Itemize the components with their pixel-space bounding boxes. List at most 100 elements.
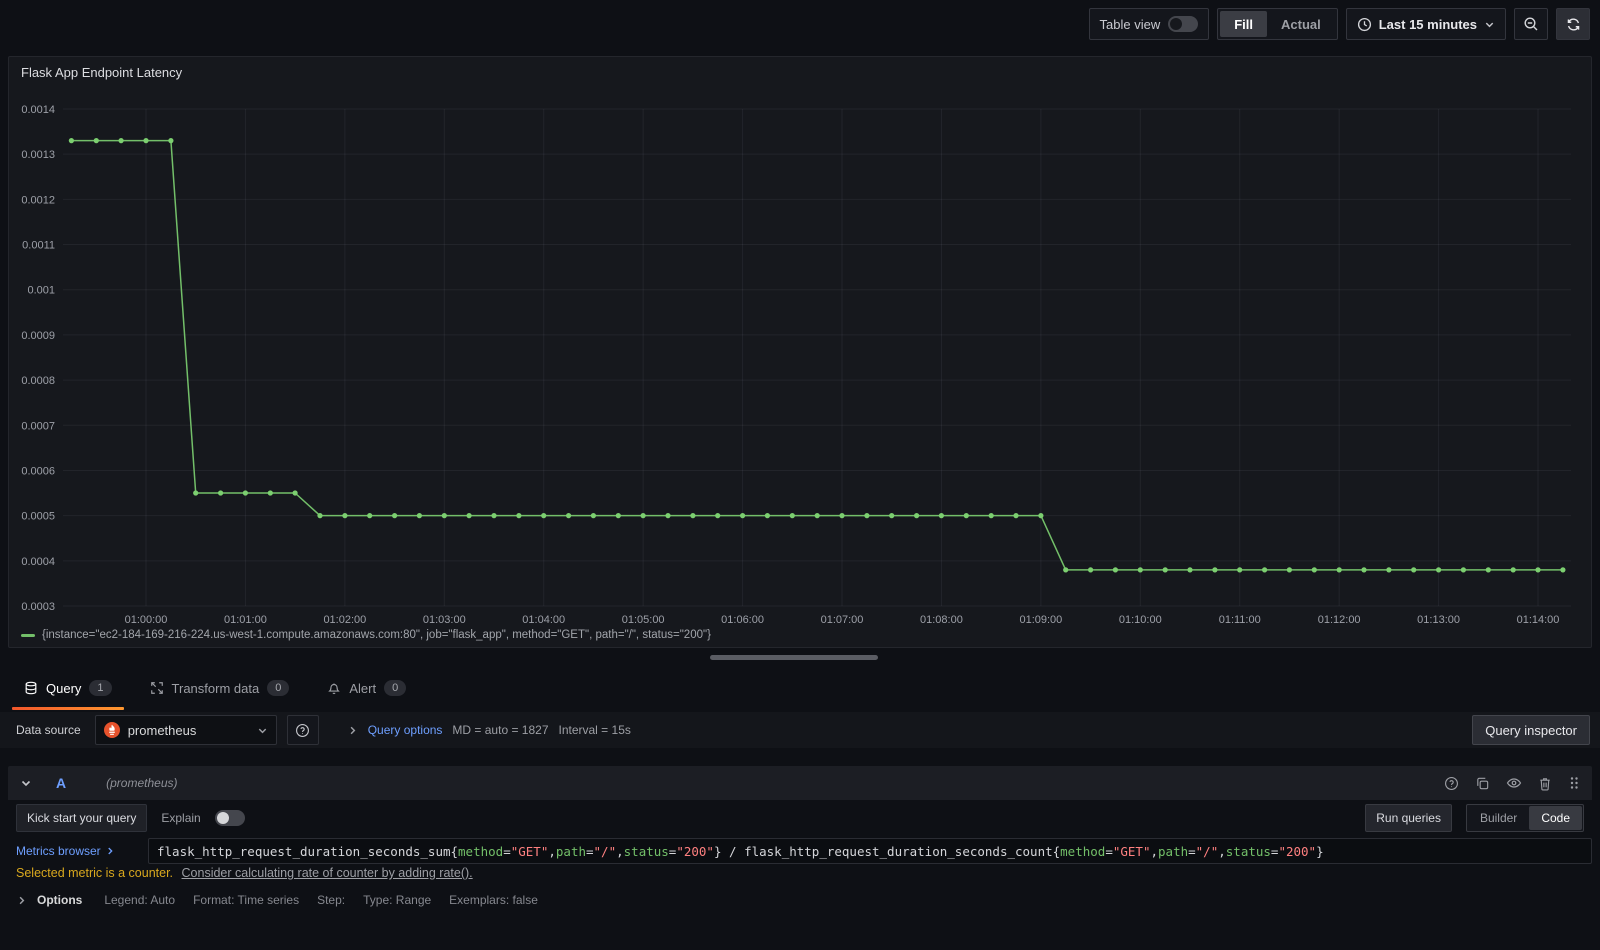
options-summary: Legend: Auto Format: Time series Step: Type… xyxy=(104,893,538,907)
time-range-picker[interactable]: Last 15 minutes xyxy=(1345,8,1506,40)
svg-text:01:07:00: 01:07:00 xyxy=(821,614,864,626)
tab-alert-label: Alert xyxy=(349,680,377,696)
explain-label: Explain xyxy=(161,811,201,825)
svg-text:01:12:00: 01:12:00 xyxy=(1318,614,1361,626)
query-help-icon[interactable] xyxy=(1444,776,1459,791)
fill-button[interactable]: Fill xyxy=(1220,11,1267,37)
builder-code-switch: Builder Code xyxy=(1465,804,1584,832)
zoom-out-button[interactable] xyxy=(1514,8,1548,40)
tab-query-badge: 1 xyxy=(89,680,112,696)
query-row-header[interactable]: A (prometheus) xyxy=(8,766,1592,800)
legend-series-swatch xyxy=(21,633,35,637)
editor-tabs: Query 1 Transform data 0 Alert 0 xyxy=(12,668,418,710)
chevron-down-icon xyxy=(1484,19,1495,30)
metrics-browser-label: Metrics browser xyxy=(16,844,101,858)
zoom-out-icon xyxy=(1523,16,1539,32)
svg-text:01:02:00: 01:02:00 xyxy=(323,614,366,626)
svg-text:0.0009: 0.0009 xyxy=(21,330,55,342)
chart-panel: 0.0014 0.0013 0.0012 0.0011 0.001 0.0009 0.000… xyxy=(8,56,1592,648)
svg-text:01:00:00: 01:00:00 xyxy=(125,614,168,626)
clock-icon xyxy=(1357,17,1372,32)
svg-text:01:14:00: 01:14:00 xyxy=(1517,614,1560,626)
chevron-down-icon[interactable] xyxy=(20,777,32,789)
svg-text:0.0008: 0.0008 xyxy=(21,375,55,387)
tab-alert[interactable]: Alert 0 xyxy=(315,668,418,708)
angle-right-icon xyxy=(19,896,25,904)
builder-option[interactable]: Builder xyxy=(1468,806,1529,830)
fill-actual-group: Fill Actual xyxy=(1217,8,1338,40)
hide-query-icon[interactable] xyxy=(1506,775,1522,791)
warning-rate-link[interactable]: Consider calculating rate of counter by … xyxy=(182,866,473,880)
refresh-icon xyxy=(1566,17,1581,32)
query-row-actions xyxy=(1444,775,1580,791)
counter-warning: Selected metric is a counter. Consider c… xyxy=(16,866,473,880)
svg-text:0.001: 0.001 xyxy=(27,285,55,297)
refresh-button[interactable] xyxy=(1556,8,1590,40)
explain-toggle[interactable] xyxy=(214,810,245,826)
query-editor-row: Metrics browser flask_http_request_durat… xyxy=(8,838,1592,864)
help-icon xyxy=(295,723,310,738)
datasource-name: prometheus xyxy=(127,722,197,738)
legend-series-label: {instance="ec2-184-169-216-224.us-west-1… xyxy=(42,629,711,641)
metrics-browser-link[interactable]: Metrics browser xyxy=(8,844,148,858)
promql-query-input[interactable]: flask_http_request_duration_seconds_sum{… xyxy=(148,838,1592,864)
query-datasource-hint: (prometheus) xyxy=(106,776,178,790)
table-view-group: Table view xyxy=(1088,8,1210,40)
drag-handle-icon[interactable] xyxy=(1568,775,1580,791)
svg-text:01:13:00: 01:13:00 xyxy=(1417,614,1460,626)
query-toolbar: Kick start your query Explain Run querie… xyxy=(8,804,1592,832)
svg-text:0.0012: 0.0012 xyxy=(21,194,55,206)
query-options-interval: Interval = 15s xyxy=(558,723,631,737)
horizontal-scrollbar[interactable] xyxy=(710,655,878,660)
svg-text:0.0014: 0.0014 xyxy=(21,104,55,116)
query-options-md: MD = auto = 1827 xyxy=(452,723,549,737)
angle-right-icon xyxy=(347,725,358,736)
time-range-label: Last 15 minutes xyxy=(1378,16,1477,32)
svg-text:0.0011: 0.0011 xyxy=(22,240,55,252)
query-options-group: Query options MD = auto = 1827 Interval … xyxy=(347,723,631,737)
table-view-toggle[interactable] xyxy=(1168,16,1199,32)
prometheus-logo xyxy=(103,722,120,738)
delete-query-icon[interactable] xyxy=(1538,776,1552,791)
warning-text: Selected metric is a counter. xyxy=(16,866,174,880)
latency-chart[interactable]: 0.0014 0.0013 0.0012 0.0011 0.001 0.0009 0.000… xyxy=(9,57,1593,649)
tab-query-label: Query xyxy=(46,680,82,696)
tab-transform-label: Transform data xyxy=(171,680,260,696)
query-options-link[interactable]: Query options xyxy=(368,723,443,737)
svg-text:0.0013: 0.0013 xyxy=(21,149,55,161)
kick-start-query-button[interactable]: Kick start your query xyxy=(16,804,148,832)
svg-text:0.0003: 0.0003 xyxy=(21,601,55,613)
code-option[interactable]: Code xyxy=(1529,806,1582,830)
bell-icon xyxy=(327,681,341,695)
datasource-help-button[interactable] xyxy=(286,715,319,745)
svg-text:0.0007: 0.0007 xyxy=(21,420,55,432)
datasource-label: Data source xyxy=(16,723,81,737)
datasource-bar: Data source prometheus Query options MD … xyxy=(0,712,1600,748)
svg-text:0.0004: 0.0004 xyxy=(21,556,55,568)
tab-transform-badge: 0 xyxy=(267,680,290,696)
angle-right-icon xyxy=(107,847,113,855)
svg-text:01:09:00: 01:09:00 xyxy=(1019,614,1062,626)
tab-query[interactable]: Query 1 xyxy=(12,668,124,710)
svg-text:01:05:00: 01:05:00 xyxy=(622,614,665,626)
query-inspector-button[interactable]: Query inspector xyxy=(1472,715,1590,745)
svg-text:0.0005: 0.0005 xyxy=(21,511,55,523)
svg-text:01:08:00: 01:08:00 xyxy=(920,614,963,626)
query-ref-id: A xyxy=(56,775,67,791)
database-icon xyxy=(24,681,38,695)
panel-title: Flask App Endpoint Latency xyxy=(21,65,183,80)
tab-transform-data[interactable]: Transform data 0 xyxy=(138,668,302,708)
top-toolbar: Table view Fill Actual Last 15 minutes xyxy=(0,0,1600,48)
table-view-label: Table view xyxy=(1099,16,1161,32)
svg-text:01:01:00: 01:01:00 xyxy=(224,614,267,626)
datasource-select[interactable]: prometheus xyxy=(94,715,277,745)
tab-alert-badge: 0 xyxy=(384,680,407,696)
svg-text:01:04:00: 01:04:00 xyxy=(522,614,565,626)
options-row[interactable]: Options Legend: Auto Format: Time series S… xyxy=(16,888,538,912)
chevron-down-icon xyxy=(257,725,268,736)
chart-legend[interactable]: {instance="ec2-184-169-216-224.us-west-1… xyxy=(21,629,711,641)
svg-text:01:03:00: 01:03:00 xyxy=(423,614,466,626)
run-queries-button[interactable]: Run queries xyxy=(1365,804,1452,832)
actual-button[interactable]: Actual xyxy=(1267,11,1335,37)
duplicate-query-icon[interactable] xyxy=(1475,776,1490,791)
